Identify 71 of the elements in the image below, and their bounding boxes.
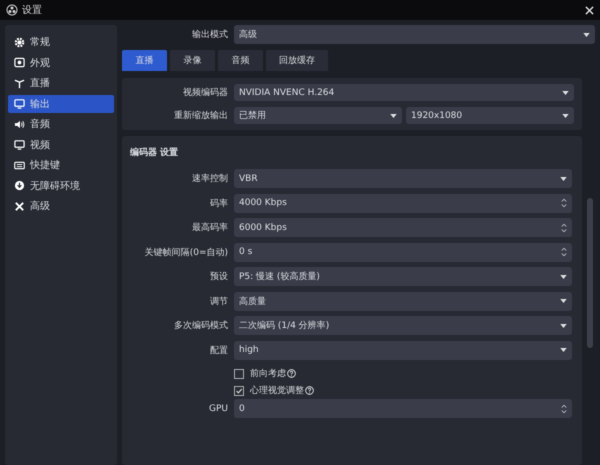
up-down-arrows-icon — [561, 222, 567, 234]
caret-icon — [562, 90, 569, 94]
tab[interactable]: 录像 — [170, 50, 215, 71]
field-label: 关键帧间隔(0=自动) — [144, 246, 229, 258]
sidebar-item[interactable]: 无障碍环境 — [8, 176, 114, 194]
sidebar-item[interactable]: 高级 — [8, 197, 114, 215]
monitor-icon — [14, 98, 25, 109]
gear-icon — [14, 36, 25, 48]
caret-icon — [560, 324, 567, 328]
dropdown[interactable]: P5: 慢速 (较高质量) — [234, 267, 572, 286]
dropdown[interactable]: NVIDIA NVENC H.264 — [234, 84, 574, 101]
sidebar-item[interactable]: 常规 — [8, 33, 114, 51]
up-down-arrows-icon — [561, 246, 567, 258]
sidebar-item[interactable]: 直播 — [8, 74, 114, 92]
dropdown[interactable]: VBR — [234, 169, 572, 188]
window-title: 设置 — [22, 4, 43, 17]
spin-box[interactable]: 0 — [234, 399, 572, 418]
dropdown[interactable]: 二次编码 (1/4 分辨率) — [234, 316, 572, 335]
caret-icon — [583, 32, 590, 36]
sidebar-item[interactable]: 音频 — [8, 115, 114, 133]
close-icon[interactable] — [585, 6, 594, 14]
monitor-icon — [14, 139, 25, 150]
checkbox-label: 前向考虑 — [250, 368, 286, 380]
up-down-arrows-icon — [561, 197, 567, 209]
caret-icon — [390, 114, 397, 118]
spin-box[interactable]: 6000 Kbps — [234, 218, 572, 237]
field-label: 输出模式 — [191, 28, 229, 41]
image-icon — [14, 57, 25, 68]
caret-icon — [560, 348, 567, 352]
field-label: 重新缩放输出 — [173, 110, 229, 122]
accessibility-icon — [14, 180, 25, 191]
field-label: 调节 — [209, 296, 229, 308]
caret-icon — [562, 114, 569, 118]
spin-box[interactable]: 4000 Kbps — [234, 194, 572, 212]
help-icon[interactable] — [287, 369, 296, 378]
dropdown[interactable]: high — [234, 340, 572, 360]
app-logo-icon — [6, 4, 18, 16]
field-label: 多次编码模式 — [173, 320, 229, 332]
scrollbar[interactable] — [587, 198, 593, 348]
spin-box[interactable]: 0 s — [234, 242, 572, 262]
tab[interactable]: 回放缓存 — [266, 50, 328, 71]
tools-icon — [14, 200, 25, 212]
sidebar-item[interactable]: 快捷键 — [8, 156, 114, 174]
field-label: 码率 — [209, 198, 229, 210]
keyboard-icon — [14, 160, 25, 170]
field-label: 视频编码器 — [182, 86, 229, 99]
field-label: 速率控制 — [191, 172, 229, 185]
dropdown[interactable]: 已禁用 — [234, 107, 402, 124]
help-icon[interactable] — [305, 386, 314, 395]
caret-icon — [560, 176, 567, 180]
caret-icon — [560, 299, 567, 303]
speaker-icon — [14, 118, 25, 130]
sidebar-item[interactable]: 输出 — [8, 94, 114, 112]
antenna-icon — [14, 78, 25, 88]
field-label: 最高码率 — [191, 222, 229, 234]
dropdown[interactable]: 1920x1080 — [406, 107, 574, 124]
field-label: GPU — [208, 404, 229, 414]
sidebar-item[interactable]: 视频 — [8, 136, 114, 154]
output-mode-dropdown[interactable]: 高级 — [234, 25, 595, 44]
checkbox[interactable] — [234, 386, 244, 396]
section-title: 编码器 设置 — [129, 146, 180, 160]
tab[interactable]: 音频 — [218, 50, 263, 71]
tab[interactable]: 直播 — [122, 50, 167, 71]
field-label: 配置 — [209, 344, 229, 356]
sidebar-item[interactable]: 外观 — [8, 54, 114, 72]
checkbox[interactable] — [234, 368, 244, 378]
caret-icon — [560, 274, 567, 278]
up-down-arrows-icon — [561, 402, 567, 414]
field-label: 预设 — [209, 270, 229, 283]
checkbox-label: 心理视觉调整 — [250, 384, 304, 397]
dropdown[interactable]: 高质量 — [234, 292, 572, 310]
